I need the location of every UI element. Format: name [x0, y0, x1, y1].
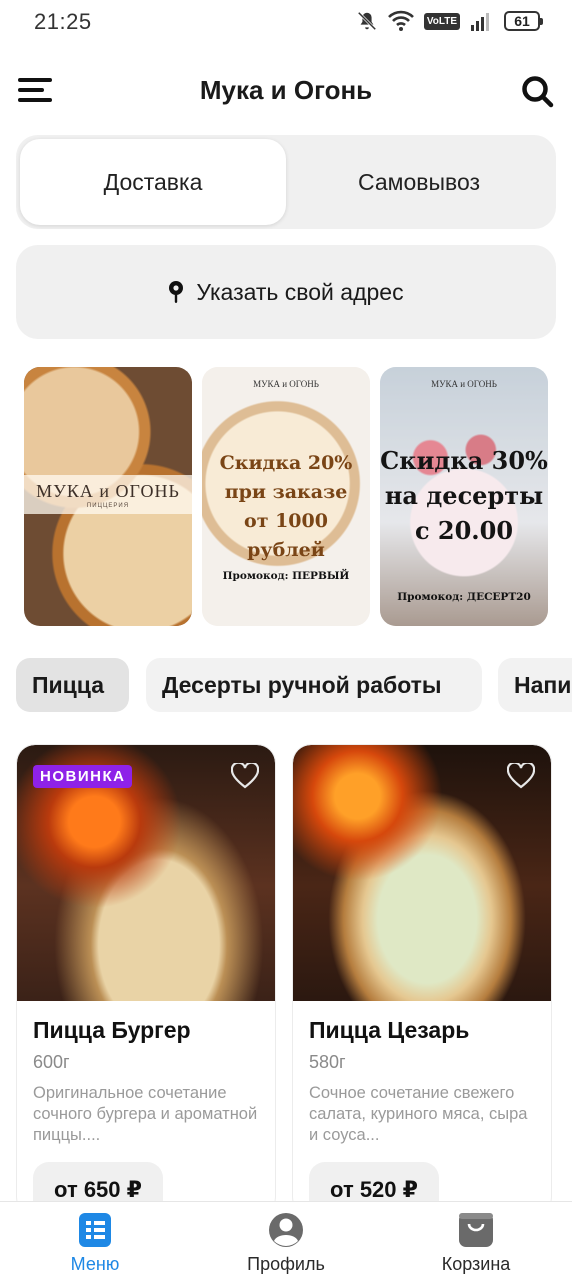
product-weight: 580г	[309, 1052, 346, 1072]
battery-icon: 61	[504, 11, 543, 31]
category-pizza[interactable]: Пицца	[16, 658, 129, 712]
volte-badge: VoLTE	[423, 12, 460, 30]
nav-menu[interactable]: Меню	[0, 1212, 190, 1275]
status-bar: 21:25 VoLTE 61	[0, 0, 572, 44]
product-card[interactable]: Пицца Цезарь 580г Сочное сочетание свеже…	[293, 745, 551, 1215]
promo-banner-brand[interactable]: МУКА и ОГОНЬ ПИЦЦЕРИЯ	[24, 367, 192, 626]
pickup-option[interactable]: Самовывоз	[286, 139, 552, 225]
nav-profile[interactable]: Профиль	[191, 1212, 381, 1275]
heart-icon[interactable]	[507, 763, 535, 789]
promo-carousel: МУКА и ОГОНЬ ПИЦЦЕРИЯ МУКА и ОГОНЬ Скидк…	[24, 367, 572, 626]
category-desserts[interactable]: Десерты ручной работы	[146, 658, 482, 712]
brand-logo-subtitle: ПИЦЦЕРИЯ	[86, 503, 130, 509]
nav-label: Корзина	[441, 1254, 511, 1274]
promo-brand: МУКА и ОГОНЬ	[431, 379, 497, 389]
search-icon[interactable]	[520, 74, 554, 108]
shopping-bag-icon	[459, 1213, 493, 1247]
address-button[interactable]: Указать свой адрес	[16, 245, 556, 339]
product-name: Пицца Цезарь	[309, 1017, 470, 1043]
location-pin-icon	[169, 281, 184, 303]
address-label: Указать свой адрес	[196, 278, 404, 305]
heart-icon[interactable]	[231, 763, 259, 789]
delivery-toggle: Доставка Самовывоз	[16, 135, 556, 229]
promo-headline: Скидка 20% при заказе от 1000 рублей	[219, 452, 353, 561]
delivery-option[interactable]: Доставка	[20, 139, 286, 225]
promo-banner-discount-20[interactable]: МУКА и ОГОНЬ Скидка 20% при заказе от 10…	[202, 367, 370, 626]
product-description: Сочное сочетание свежего салата, куриног…	[309, 1084, 528, 1144]
bottom-nav: Меню Профиль Корзина	[0, 1201, 572, 1280]
profile-icon	[269, 1213, 303, 1247]
product-card[interactable]: НОВИНКА Пицца Бургер 600г Оригинальное с…	[17, 745, 275, 1215]
promo-code: Промокод: ДЕСЕРТ20	[397, 591, 531, 603]
menu-list-icon	[79, 1213, 111, 1247]
wifi-icon	[387, 10, 414, 31]
page-title: Мука и Огонь	[199, 75, 373, 105]
category-drinks[interactable]: Напи	[498, 658, 572, 712]
nav-label: Профиль	[247, 1254, 325, 1274]
promo-brand: МУКА и ОГОНЬ	[253, 379, 319, 389]
signal-icon	[471, 13, 489, 31]
nav-cart[interactable]: Корзина	[381, 1212, 571, 1275]
nav-label: Меню	[70, 1254, 120, 1274]
category-tabs: Пицца Десерты ручной работы Напи	[16, 658, 572, 712]
product-weight: 600г	[33, 1052, 70, 1072]
product-description: Оригинальное сочетание сочного бургера и…	[33, 1084, 258, 1144]
new-badge: НОВИНКА	[33, 765, 133, 788]
promo-code: Промокод: ПЕРВЫЙ	[222, 570, 350, 582]
product-name: Пицца Бургер	[33, 1017, 191, 1043]
app-header: Мука и Огонь	[0, 60, 572, 122]
bell-muted-icon	[357, 11, 377, 31]
promo-banner-desserts[interactable]: МУКА и ОГОНЬ Скидка 30% на десерты с 20.…	[380, 367, 548, 626]
promo-headline: Скидка 30% на десерты с 20.00	[380, 446, 548, 545]
status-time: 21:25	[34, 9, 92, 34]
status-icons: VoLTE 61	[356, 10, 543, 32]
